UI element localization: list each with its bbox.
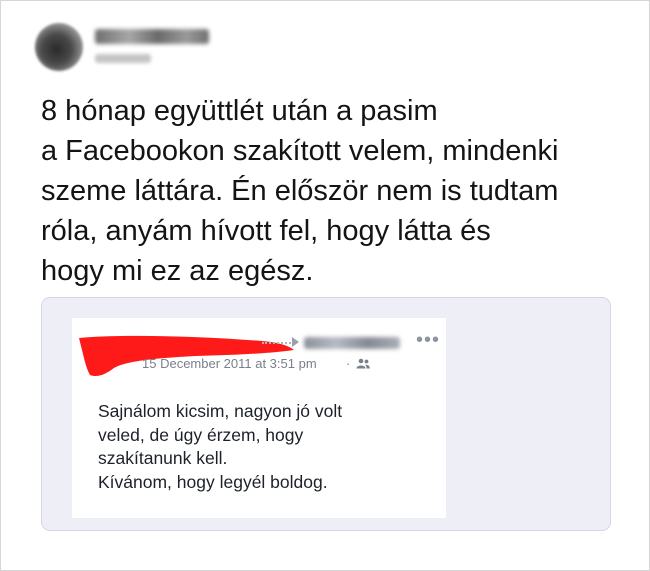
- tagged-name-blurred[interactable]: [304, 337, 400, 349]
- post-card: 8 hónap együttlét után a pasim a Faceboo…: [0, 0, 650, 571]
- arrow-right-icon: [292, 337, 299, 347]
- friends-icon[interactable]: [356, 358, 370, 369]
- redaction-scribble: [79, 335, 294, 377]
- post-text-line: a Facebookon szakított velem, mindenki: [41, 135, 559, 167]
- post-text: 8 hónap együttlét után a pasim a Faceboo…: [41, 91, 631, 291]
- post-text-line: róla, anyám hívott fel, hogy látta és: [41, 215, 491, 247]
- facebook-post-card: ••• 15 December 2011 at 3:51 pm · Sajnál…: [72, 318, 446, 518]
- post-text-line: szeme láttára. Én először nem is tudtam: [41, 175, 559, 207]
- author-handle-blurred: [95, 54, 151, 63]
- embedded-screenshot[interactable]: ••• 15 December 2011 at 3:51 pm · Sajnál…: [41, 297, 611, 531]
- facebook-post-message: Sajnálom kicsim, nagyon jó volt veled, d…: [98, 400, 438, 494]
- post-timestamp[interactable]: 15 December 2011 at 3:51 pm: [142, 356, 317, 371]
- author-name-blurred[interactable]: [95, 29, 209, 44]
- post-text-line: 8 hónap együttlét után a pasim: [41, 95, 438, 127]
- message-line: veled, de úgy érzem, hogy: [98, 424, 304, 445]
- message-line: Sajnálom kicsim, nagyon jó volt: [98, 401, 343, 421]
- meta-separator: ·: [346, 356, 351, 371]
- post-text-line: hogy mi ez az egész.: [41, 255, 314, 287]
- message-line: szakítanunk kell.: [98, 448, 228, 468]
- avatar[interactable]: [35, 23, 83, 71]
- more-options-icon[interactable]: •••: [416, 329, 440, 352]
- message-line: Kívánom, hogy legyél boldog.: [98, 471, 328, 492]
- tag-connector: [262, 342, 294, 344]
